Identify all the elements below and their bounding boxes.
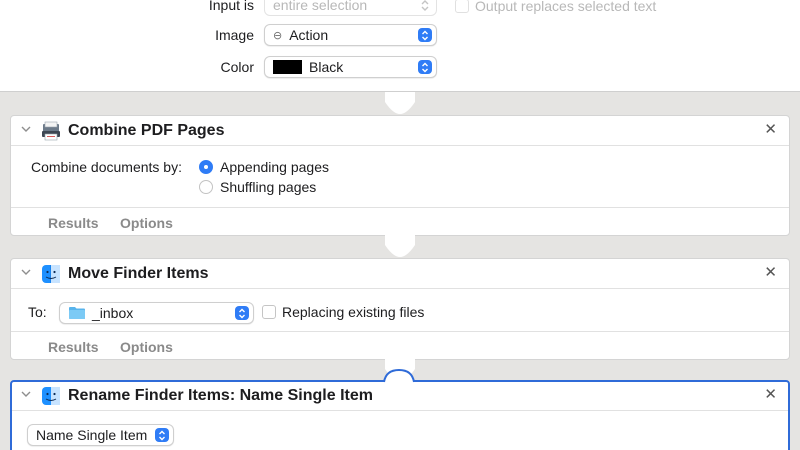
previous-action-panel: Input is entire selection Output replace… <box>0 0 800 92</box>
stepper-icon <box>235 306 249 320</box>
connector-notch <box>385 92 415 114</box>
color-value: Black <box>309 59 344 75</box>
tab-options[interactable]: Options <box>120 215 173 231</box>
replacing-existing-option[interactable]: Replacing existing files <box>262 304 424 320</box>
combine-pdf-header: Combine PDF Pages ✕ <box>11 116 789 146</box>
chevron-down-icon[interactable] <box>21 126 31 133</box>
combine-pdf-pages-action[interactable]: Combine PDF Pages ✕ Combine documents by… <box>10 115 790 236</box>
input-row: Input is entire selection Output replace… <box>0 0 800 16</box>
image-label: Image <box>215 27 254 43</box>
input-label: Input is <box>208 0 254 13</box>
finder-icon <box>42 265 60 283</box>
replacing-existing-checkbox[interactable] <box>262 305 276 319</box>
stepper-icon <box>418 0 432 12</box>
tab-options[interactable]: Options <box>120 339 173 355</box>
destination-value: _inbox <box>92 305 134 321</box>
color-label: Color <box>220 59 254 75</box>
rename-finder-items-action[interactable]: Rename Finder Items: Name Single Item ✕ … <box>10 369 790 450</box>
rename-finder-header: Rename Finder Items: Name Single Item ✕ <box>12 382 788 411</box>
close-icon[interactable]: ✕ <box>764 122 777 138</box>
move-finder-footer: Results Options <box>11 331 789 361</box>
to-label: To: <box>28 304 47 320</box>
shuffling-pages-radio[interactable] <box>199 180 213 194</box>
shuffling-pages-label: Shuffling pages <box>220 179 317 195</box>
folder-icon <box>69 307 85 319</box>
connector-notch <box>385 235 415 257</box>
output-replaces-checkbox[interactable] <box>455 0 469 13</box>
output-replaces-option: Output replaces selected text <box>455 0 656 14</box>
combine-documents-label: Combine documents by: <box>31 159 182 175</box>
appending-pages-label: Appending pages <box>220 159 329 175</box>
appending-pages-radio[interactable] <box>199 160 213 174</box>
rename-finder-title: Rename Finder Items: Name Single Item <box>68 387 373 404</box>
move-finder-items-action[interactable]: Move Finder Items ✕ To: _inbox Replacing… <box>10 258 790 360</box>
close-icon[interactable]: ✕ <box>764 387 777 403</box>
tab-results[interactable]: Results <box>48 215 99 231</box>
color-popup[interactable]: Black <box>264 56 437 78</box>
stepper-icon <box>418 60 432 74</box>
input-value: entire selection <box>273 0 368 13</box>
color-row: Color Black <box>0 56 800 78</box>
move-finder-header: Move Finder Items ✕ <box>11 259 789 289</box>
selected-connector-outline <box>383 369 415 383</box>
chevron-down-icon[interactable] <box>21 269 31 276</box>
chevron-down-icon[interactable] <box>21 391 31 398</box>
combine-pdf-title: Combine PDF Pages <box>68 122 225 139</box>
tab-results[interactable]: Results <box>48 339 99 355</box>
destination-popup[interactable]: _inbox <box>59 302 254 324</box>
color-swatch <box>273 60 302 74</box>
stepper-icon <box>155 428 170 442</box>
close-icon[interactable]: ✕ <box>764 265 777 281</box>
rename-mode-value: Name Single Item <box>36 427 148 443</box>
output-replaces-label: Output replaces selected text <box>475 0 657 14</box>
input-popup[interactable]: entire selection <box>264 0 437 16</box>
rename-mode-popup[interactable]: Name Single Item <box>27 424 175 446</box>
appending-pages-option[interactable]: Appending pages <box>199 159 329 175</box>
image-popup[interactable]: ⊖ Action <box>264 24 437 46</box>
move-finder-title: Move Finder Items <box>68 265 209 282</box>
image-row: Image ⊖ Action <box>0 24 800 46</box>
image-value: Action <box>289 27 329 43</box>
shuffling-pages-option[interactable]: Shuffling pages <box>199 179 316 195</box>
finder-icon <box>42 387 60 405</box>
pdf-combine-icon <box>42 121 60 141</box>
combine-pdf-footer: Results Options <box>11 207 789 237</box>
replacing-existing-label: Replacing existing files <box>282 304 425 320</box>
minus-circle-icon: ⊖ <box>273 29 283 42</box>
stepper-icon <box>418 28 432 42</box>
